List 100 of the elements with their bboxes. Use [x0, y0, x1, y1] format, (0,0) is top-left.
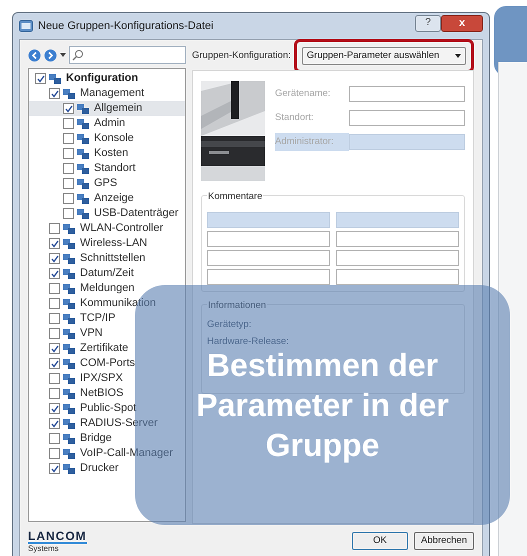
tree-label: TCP/IP [80, 313, 116, 324]
comment-field[interactable] [336, 250, 459, 266]
tree-item[interactable]: IPX/SPX [29, 371, 185, 386]
tree-item[interactable]: RADIUS-Server [29, 416, 185, 431]
window-title: Neue Gruppen-Konfigurations-Datei [38, 18, 214, 34]
tree-item[interactable]: Wireless-LAN [29, 236, 185, 251]
checkbox[interactable] [63, 163, 74, 174]
checkbox[interactable] [49, 328, 60, 339]
node-icon [62, 358, 76, 370]
tree-item[interactable]: Admin [29, 116, 185, 131]
tree-item[interactable]: Anzeige [29, 191, 185, 206]
checkbox[interactable] [49, 283, 60, 294]
checkbox[interactable] [63, 133, 74, 144]
tree-item[interactable]: COM-Ports [29, 356, 185, 371]
group-config-dropdown[interactable]: Gruppen-Parameter auswählen [302, 47, 466, 65]
node-icon [62, 372, 76, 384]
dialog-button[interactable]: Abbrechen [414, 532, 474, 550]
checkbox[interactable] [63, 148, 74, 159]
tree-item[interactable]: Standort [29, 161, 185, 176]
tree-item[interactable]: Drucker [29, 461, 185, 476]
comment-field[interactable] [207, 269, 330, 286]
info-label: Hardware-Release: [207, 334, 290, 349]
tree-label: RADIUS-Server [80, 418, 158, 429]
checkbox[interactable] [63, 118, 74, 129]
node-icon [76, 102, 90, 114]
checkbox[interactable] [49, 463, 60, 474]
checkbox[interactable] [49, 88, 60, 99]
input-field[interactable] [349, 110, 465, 126]
checkbox[interactable] [49, 403, 60, 414]
checkbox[interactable] [49, 448, 60, 459]
tree-item[interactable]: NetBIOS [29, 386, 185, 401]
checkbox[interactable] [49, 388, 60, 399]
tree-item[interactable]: GPS [29, 176, 185, 191]
tree-item[interactable]: Allgemein [29, 101, 185, 116]
checkbox[interactable] [49, 313, 60, 324]
checkbox[interactable] [49, 223, 60, 234]
comment-field[interactable] [207, 231, 330, 248]
tree-label: Kosten [94, 148, 128, 159]
node-icon [62, 448, 76, 460]
tree-item[interactable]: VPN [29, 326, 185, 341]
tree-item[interactable]: VoIP-Call-Manager [29, 446, 185, 461]
tree-label: USB-Datenträger [94, 208, 178, 219]
info-label: Gerätetyp: [207, 318, 252, 332]
tree-label: Kommunikation [80, 298, 156, 309]
checkbox[interactable] [49, 433, 60, 444]
input-field[interactable] [349, 86, 465, 102]
tree-item[interactable]: TCP/IP [29, 311, 185, 326]
checkbox[interactable] [49, 253, 60, 264]
caret-icon[interactable] [60, 53, 66, 57]
tree-label: Schnittstellen [80, 253, 146, 264]
input-field[interactable] [349, 134, 465, 150]
comment-field[interactable] [207, 212, 330, 228]
dialog-button[interactable]: OK [352, 532, 408, 550]
node-icon [62, 88, 76, 100]
node-icon [76, 162, 90, 174]
node-icon [62, 268, 76, 280]
tree-item[interactable]: Public-Spot [29, 401, 185, 416]
checkbox[interactable] [63, 103, 74, 114]
field-label: Administrator: [275, 133, 349, 151]
tree-item[interactable]: Kommunikation [29, 296, 185, 311]
back-icon[interactable] [28, 48, 41, 62]
checkbox[interactable] [49, 358, 60, 369]
forward-icon[interactable] [44, 48, 57, 62]
node-icon [62, 312, 76, 324]
node-icon [62, 282, 76, 294]
tree-item[interactable]: Zertifikate [29, 341, 185, 356]
comment-field[interactable] [336, 231, 459, 248]
tree-item[interactable]: Meldungen [29, 281, 185, 296]
tree-item[interactable]: WLAN-Controller [29, 221, 185, 236]
tree-item[interactable]: Konfiguration [29, 71, 185, 86]
checkbox[interactable] [49, 268, 60, 279]
checkbox[interactable] [63, 208, 74, 219]
node-icon [76, 148, 90, 160]
caption-text: Bestimmen der Parameter in der Gruppe [195, 346, 450, 465]
comment-field[interactable] [336, 212, 459, 228]
checkbox[interactable] [49, 343, 60, 354]
help-button[interactable]: ? [415, 14, 441, 32]
tree-item[interactable]: Bridge [29, 431, 185, 446]
checkbox[interactable] [63, 178, 74, 189]
tree-item[interactable]: Schnittstellen [29, 251, 185, 266]
node-icon [62, 388, 76, 400]
comment-field[interactable] [336, 269, 459, 286]
checkbox[interactable] [49, 373, 60, 384]
tree-label: WLAN-Controller [80, 223, 164, 234]
checkbox[interactable] [49, 418, 60, 429]
checkbox[interactable] [49, 298, 60, 309]
checkbox[interactable] [49, 238, 60, 249]
tree-item[interactable]: Konsole [29, 131, 185, 146]
node-icon [48, 72, 62, 84]
tree-item[interactable]: USB-Datenträger [29, 206, 185, 221]
tree-item[interactable]: Management [29, 86, 185, 101]
tree-label: Bridge [80, 433, 112, 444]
tree-item[interactable]: Datum/Zeit [29, 266, 185, 281]
tree-label: VPN [80, 328, 103, 339]
checkbox[interactable] [63, 193, 74, 204]
close-button[interactable]: x [441, 14, 483, 32]
checkbox[interactable] [35, 73, 46, 84]
comment-field[interactable] [207, 250, 330, 266]
search-field[interactable] [69, 46, 186, 64]
tree-item[interactable]: Kosten [29, 146, 185, 161]
